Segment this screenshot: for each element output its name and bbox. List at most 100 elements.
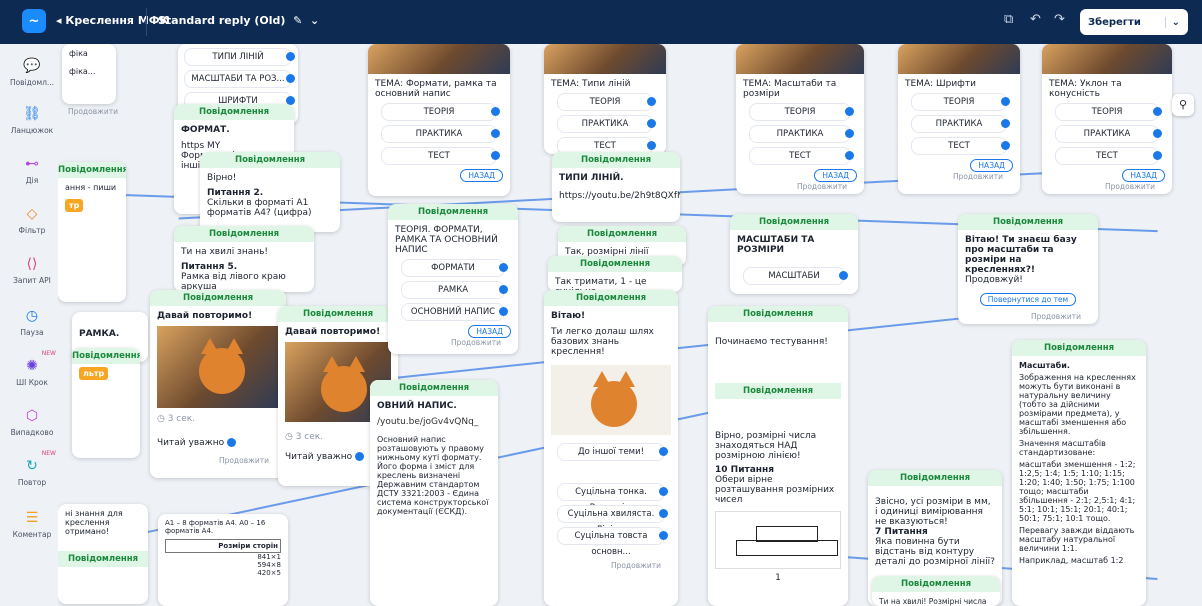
question-title: 10 Питання bbox=[715, 465, 775, 475]
save-button[interactable]: Зберегти ⌄ bbox=[1080, 9, 1188, 35]
ai-icon: ✺ bbox=[26, 358, 38, 374]
palette-api[interactable]: ⟨⟩ Запит API bbox=[8, 254, 56, 285]
back-button[interactable]: НАЗАД bbox=[1122, 169, 1165, 182]
theme-card[interactable]: ТЕМА: Уклон та конусність ТЕОРІЯ ПРАКТИК… bbox=[1042, 44, 1172, 194]
return-button[interactable]: Повернутися до тем bbox=[979, 293, 1077, 306]
theme-card[interactable]: ТЕМА: Типи ліній ТЕОРІЯ ПРАКТИКА ТЕСТ bbox=[544, 44, 666, 154]
question-card[interactable]: Повідомлення Ти на хвилі знань! Питання … bbox=[174, 226, 314, 292]
screenshot-icon[interactable]: ⧉ bbox=[1004, 12, 1013, 27]
menu-button[interactable]: ТИПИ ЛІНІЙ bbox=[184, 48, 295, 66]
chevron-down-icon[interactable]: ⌄ bbox=[1164, 16, 1180, 28]
menu-button[interactable]: ПРАКТИКА bbox=[557, 115, 656, 133]
scale-card[interactable]: Повідомлення МАСШТАБИ ТА РОЗМІРИ МАСШТАБ… bbox=[730, 214, 858, 294]
filter-card[interactable]: Повідомлення льтр bbox=[72, 348, 140, 458]
continue-link[interactable]: Продовжити bbox=[157, 456, 279, 465]
menu-button[interactable]: ТЕОРІЯ bbox=[749, 103, 854, 121]
continue-link[interactable]: Продовжити bbox=[395, 338, 511, 347]
repeat-card[interactable]: Повідомлення Давай повторимо! ◷ 3 сек. Ч… bbox=[150, 290, 286, 478]
continue-link[interactable]: Продовжити bbox=[1049, 182, 1165, 191]
bot-name[interactable]: Standard reply (Old) ✎ ⌄ bbox=[158, 14, 319, 27]
theme-card[interactable]: ТЕМА: Шрифти ТЕОРІЯ ПРАКТИКА ТЕСТ НАЗАД … bbox=[898, 44, 1020, 194]
answer-option[interactable]: Суцільна товста основн... bbox=[557, 527, 668, 557]
menu-button[interactable]: ТЕСТ bbox=[1055, 147, 1162, 165]
card-header: Повідомлення bbox=[174, 226, 314, 242]
question-text: Рамка від лівого краю аркуша bbox=[181, 272, 286, 292]
main-inscription-url: /youtu.be/joGv4vQNq_ bbox=[377, 417, 479, 427]
continue-link[interactable]: Продовжити bbox=[551, 561, 671, 570]
palette-ai[interactable]: NEW ✺ ШІ Крок bbox=[8, 350, 56, 387]
save-label: Зберегти bbox=[1088, 16, 1141, 28]
message-card[interactable]: фіка фіка... bbox=[62, 44, 116, 104]
menu-button[interactable]: ОСНОВНИЙ НАПИС bbox=[401, 303, 508, 321]
continue-link[interactable]: Продовжити bbox=[965, 312, 1091, 321]
undo-icon[interactable]: ↶ bbox=[1030, 12, 1041, 27]
palette-filter[interactable]: ◇ Фільтр bbox=[8, 204, 56, 235]
cat-figure bbox=[591, 371, 637, 427]
formats-table-card[interactable]: А1 – 8 форматів А4. А0 – 16 форматів А4.… bbox=[158, 514, 288, 606]
flow-canvas[interactable]: фіка фіка... Повідомлення ання - пиши тр Т… bbox=[58, 44, 1202, 606]
continue-link[interactable]: Продовжити bbox=[905, 172, 1013, 181]
message-card[interactable]: ні знання для креслення отримано! Повідо… bbox=[58, 504, 148, 604]
continue-link[interactable]: Продовжити bbox=[743, 182, 857, 191]
palette-random[interactable]: ⬡ Випадково bbox=[8, 406, 56, 437]
menu-button[interactable]: ТЕОРІЯ bbox=[911, 93, 1010, 111]
api-icon: ⟨⟩ bbox=[26, 256, 38, 272]
magic-wand-icon[interactable]: ⚲ bbox=[1172, 94, 1194, 116]
palette-chain[interactable]: ⛓ Ланцюжок bbox=[8, 104, 56, 135]
back-button[interactable]: НАЗАД bbox=[970, 159, 1013, 172]
menu-button[interactable]: РАМКА bbox=[401, 281, 508, 299]
scale-info-card[interactable]: Повідомлення Масштаби. Зображення на кре… bbox=[1012, 340, 1146, 606]
answer-option[interactable]: Суцільна тонка. Виносні... bbox=[557, 483, 668, 513]
palette-repeat[interactable]: NEW ↻ Повтор bbox=[8, 450, 56, 487]
question-title: 7 Питання bbox=[875, 527, 928, 537]
theme-card[interactable]: ТЕМА: Масштаби та розміри ТЕОРІЯ ПРАКТИК… bbox=[736, 44, 864, 194]
answer-option[interactable]: Суцільна хвиляста. Лінія... bbox=[557, 505, 668, 535]
menu-button[interactable]: ТЕОРІЯ bbox=[1055, 103, 1162, 121]
palette-pause[interactable]: ◷ Пауза bbox=[8, 306, 56, 337]
lines-types-card[interactable]: Повідомлення ТИПИ ЛІНІЙ. https://youtu.b… bbox=[552, 152, 680, 222]
app-logo-icon[interactable]: ~ bbox=[22, 9, 46, 33]
menu-button[interactable]: ПРАКТИКА bbox=[911, 115, 1010, 133]
cat-figure bbox=[199, 338, 245, 394]
wait-label: 3 сек. bbox=[295, 432, 324, 442]
test-card[interactable]: Повідомлення Починаємо тестування! Повід… bbox=[708, 306, 848, 606]
message-card[interactable]: Повідомлення Ти на хвилі! Розмірні числа bbox=[872, 576, 1000, 606]
message-card[interactable]: Повідомлення Так тримати, 1 - це суцільн… bbox=[548, 256, 682, 292]
menu-button[interactable]: ТЕСТ bbox=[749, 147, 854, 165]
palette-comment[interactable]: ☰ Коментар bbox=[8, 508, 56, 539]
menu-button[interactable]: ПРАКТИКА bbox=[381, 125, 500, 143]
menu-button[interactable]: ТЕОРІЯ bbox=[557, 93, 656, 111]
filter-card[interactable]: Повідомлення ання - пиши тр bbox=[58, 162, 126, 302]
comment-icon: ☰ bbox=[25, 510, 39, 526]
menu-button[interactable]: МАСШТАБИ bbox=[743, 267, 848, 285]
back-button[interactable]: НАЗАД bbox=[460, 169, 503, 182]
question-card[interactable]: Повідомлення Вірно! Питання 2. Скільки в… bbox=[200, 152, 340, 232]
info-title: Масштаби. bbox=[1019, 361, 1070, 370]
redo-icon[interactable]: ↷ bbox=[1054, 12, 1065, 27]
palette-action[interactable]: ⊷ Дія bbox=[8, 154, 56, 185]
menu-button[interactable]: ТЕСТ bbox=[911, 137, 1010, 155]
another-topic-button[interactable]: До іншої теми! bbox=[557, 443, 668, 461]
greeting-card[interactable]: Повідомлення Вітаю! Ти знаєш базу про ма… bbox=[958, 214, 1098, 324]
menu-button[interactable]: ПРАКТИКА bbox=[1055, 125, 1162, 143]
menu-button[interactable]: ФОРМАТИ bbox=[401, 259, 508, 277]
repeat-title: Давай повторимо! bbox=[157, 311, 253, 321]
menu-button[interactable]: ТЕОРІЯ bbox=[381, 103, 500, 121]
continue-link[interactable]: Продовжити bbox=[58, 107, 128, 116]
palette-message[interactable]: 💬 Повідомл... bbox=[8, 56, 56, 87]
menu-button[interactable]: ТЕСТ bbox=[381, 147, 500, 165]
hint-text: Ти на хвилі! Розмірні числа bbox=[879, 597, 987, 606]
back-button[interactable]: НАЗАД bbox=[468, 325, 511, 338]
project-name: Креслення МФК bbox=[65, 14, 169, 27]
card-header: Повідомлення bbox=[370, 380, 498, 396]
canvas-tools: ⚲ bbox=[1172, 94, 1198, 120]
main-inscription-card[interactable]: Повідомлення ОВНИЙ НАПИС. /youtu.be/joGv… bbox=[370, 380, 498, 606]
back-to-project-link[interactable]: ◂ Креслення МФК bbox=[56, 14, 169, 27]
theory-card[interactable]: Повідомлення ТЕОРІЯ. ФОРМАТИ, РАМКА ТА О… bbox=[388, 204, 518, 354]
back-button[interactable]: НАЗАД bbox=[814, 169, 857, 182]
palette-label: Повідомл... bbox=[9, 78, 55, 87]
menu-button[interactable]: МАСШТАБИ ТА РОЗ... bbox=[184, 70, 295, 88]
menu-button[interactable]: ПРАКТИКА bbox=[749, 125, 854, 143]
theme-card[interactable]: ТЕМА: Формати, рамка та основний напис Т… bbox=[368, 44, 510, 196]
final-card[interactable]: Повідомлення Вітаю! Ти легко долаш шлях … bbox=[544, 290, 678, 606]
